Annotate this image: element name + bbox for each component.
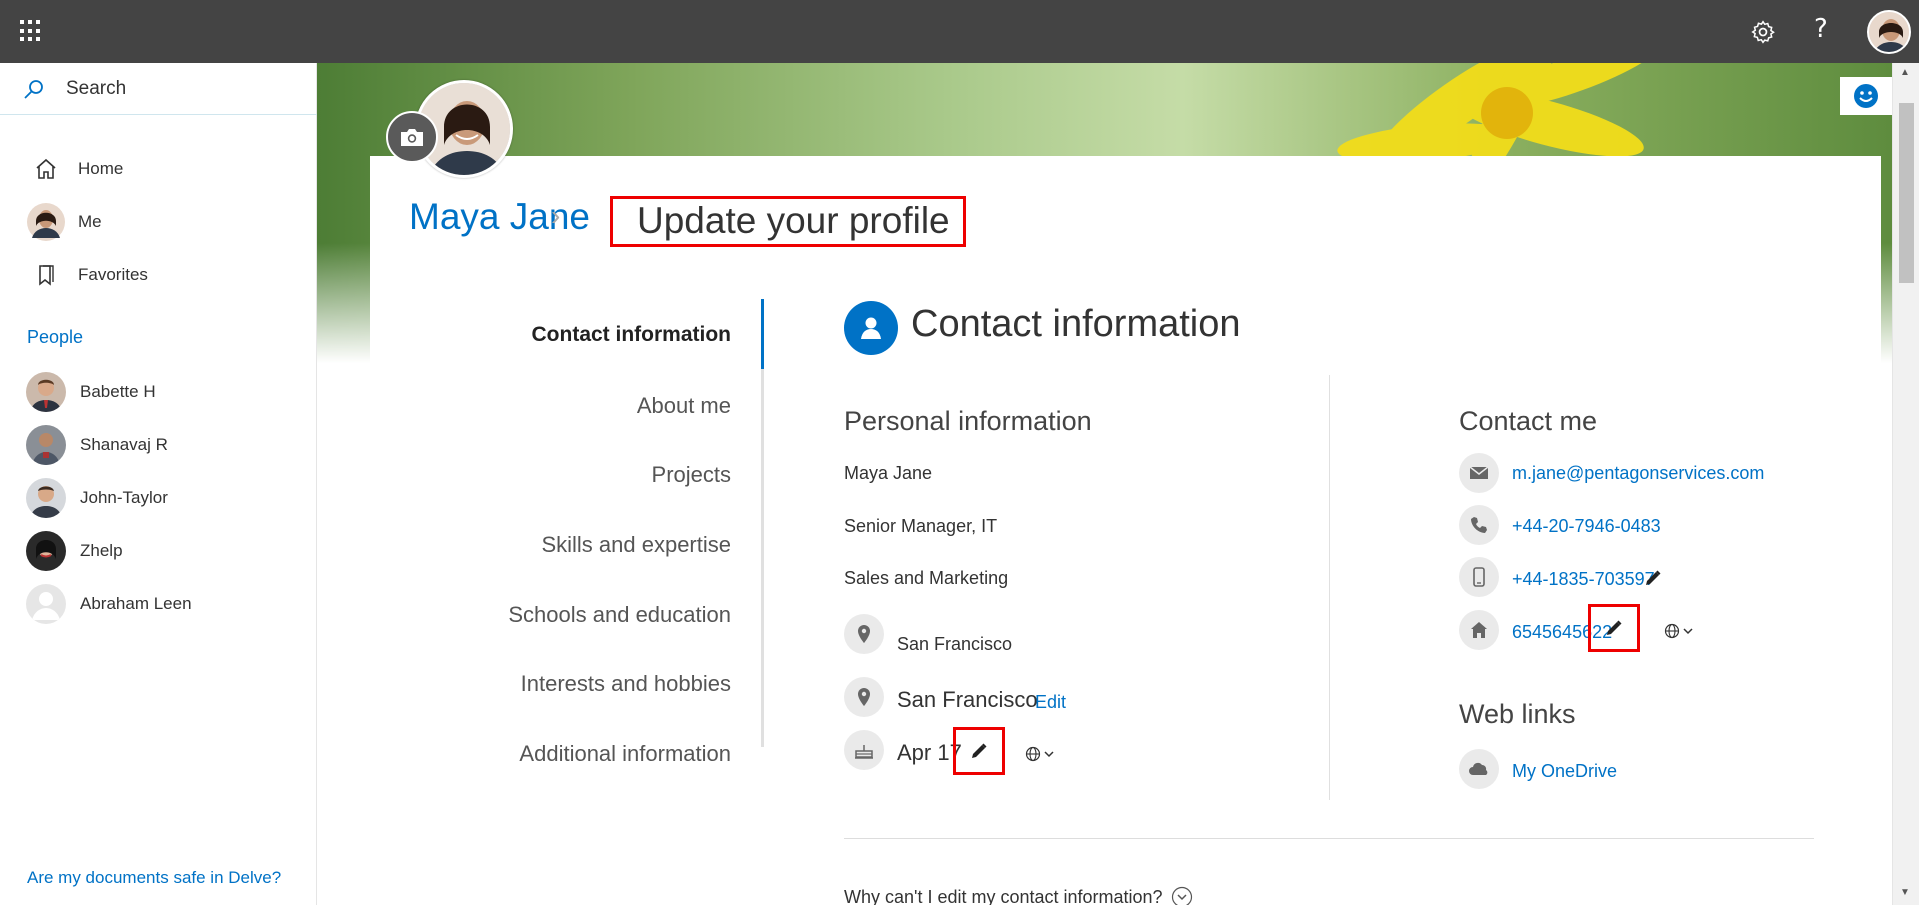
- personal-info-heading: Personal information: [844, 406, 1092, 436]
- tab-additional-information[interactable]: Additional information: [519, 741, 731, 767]
- person-avatar: [26, 531, 66, 571]
- scroll-down-arrow-icon[interactable]: ▼: [1900, 887, 1910, 898]
- top-bar: ?: [0, 0, 1919, 63]
- display-name: Maya Jane: [844, 463, 933, 483]
- nav-me[interactable]: Me: [26, 202, 102, 242]
- pencil-icon: [972, 743, 987, 758]
- contact-me-heading: Contact me: [1459, 406, 1598, 436]
- user-avatar[interactable]: [1867, 10, 1911, 54]
- main-content: Maya Jane › Update your profile Contact …: [317, 63, 1892, 905]
- nav-favorites[interactable]: Favorites: [26, 255, 148, 295]
- person-name: John-Taylor: [80, 488, 168, 507]
- globe-icon: [1664, 623, 1680, 639]
- birthday-visibility-dropdown[interactable]: [1025, 746, 1054, 762]
- home-phone-visibility-dropdown[interactable]: [1664, 623, 1693, 639]
- smiley-icon: [1854, 84, 1878, 108]
- mobile-phone-link[interactable]: +44-1835-703597: [1512, 569, 1655, 590]
- column-divider: [1329, 375, 1330, 800]
- person-item[interactable]: Shanavaj R: [26, 425, 168, 465]
- department: Sales and Marketing: [844, 568, 1009, 588]
- breadcrumb-profile-name[interactable]: Maya Jane: [409, 196, 590, 238]
- home-phone-icon: [1459, 610, 1499, 650]
- globe-icon: [1025, 746, 1041, 762]
- onedrive-link[interactable]: My OneDrive: [1512, 761, 1617, 782]
- person-name: Zhelp: [80, 541, 123, 560]
- tab-skills-and-expertise[interactable]: Skills and expertise: [541, 532, 731, 558]
- camera-icon: [401, 129, 423, 146]
- home-icon: [26, 149, 66, 189]
- page-scrollbar[interactable]: ▲ ▼: [1892, 63, 1919, 905]
- search-box: [0, 63, 317, 115]
- breadcrumb-separator: ›: [551, 200, 561, 231]
- section-tabs: Contact information About me Projects Sk…: [464, 299, 764, 766]
- person-avatar: [26, 425, 66, 465]
- search-icon: [24, 80, 43, 99]
- active-tab-indicator: [761, 299, 764, 369]
- chevron-down-icon: [1683, 628, 1693, 635]
- person-icon: [861, 317, 881, 339]
- nav-me-label: Me: [78, 212, 102, 231]
- me-avatar: [26, 202, 66, 242]
- person-name: Babette H: [80, 382, 156, 401]
- chevron-down-icon: [1044, 751, 1054, 758]
- why-cant-edit-label: Why can't I edit my contact information?: [844, 886, 1163, 905]
- scrollbar-thumb[interactable]: [1899, 103, 1914, 283]
- person-avatar: [26, 372, 66, 412]
- person-name: Abraham Leen: [80, 594, 192, 613]
- person-item[interactable]: John-Taylor: [26, 478, 168, 518]
- nav-home[interactable]: Home: [26, 149, 123, 189]
- person-name: Shanavaj R: [80, 435, 168, 454]
- pencil-icon: [1607, 620, 1622, 635]
- home-location-icon: [844, 677, 884, 717]
- left-navigation: Home Me Favorites People Babette H Shana…: [0, 63, 317, 905]
- edit-birthday-button[interactable]: [953, 727, 1005, 775]
- nav-favorites-label: Favorites: [78, 265, 148, 284]
- edit-mobile-phone-button[interactable]: [1639, 564, 1667, 592]
- search-input[interactable]: [66, 75, 296, 103]
- section-title: Contact information: [911, 303, 1241, 345]
- cloud-icon: [1459, 749, 1499, 789]
- section-divider: [844, 838, 1814, 839]
- scroll-up-arrow-icon[interactable]: ▲: [1900, 67, 1910, 78]
- documents-safe-link[interactable]: Are my documents safe in Delve?: [27, 868, 281, 888]
- contact-section-icon: [844, 301, 898, 355]
- home-location: San Francisco: [897, 687, 1038, 712]
- mobile-phone-icon: [1459, 557, 1499, 597]
- settings-gear-icon[interactable]: [1750, 19, 1776, 45]
- change-photo-button[interactable]: [386, 111, 438, 163]
- office-location: San Francisco: [897, 634, 1013, 654]
- tab-contact-information[interactable]: Contact information: [532, 323, 732, 347]
- person-item[interactable]: Babette H: [26, 372, 156, 412]
- email-icon: [1459, 453, 1499, 493]
- profile-card: Maya Jane › Update your profile Contact …: [370, 80, 1881, 905]
- edit-home-phone-button[interactable]: [1588, 604, 1640, 652]
- person-item[interactable]: Zhelp: [26, 531, 123, 571]
- expand-chevron-icon: [1171, 886, 1192, 905]
- birthday-cake-icon: [844, 730, 884, 770]
- nav-home-label: Home: [78, 159, 124, 178]
- person-avatar: [26, 478, 66, 518]
- phone-icon: [1459, 505, 1499, 545]
- job-title: Senior Manager, IT: [844, 516, 998, 536]
- page-title: Update your profile: [610, 196, 966, 247]
- person-item[interactable]: Abraham Leen: [26, 584, 192, 624]
- bookmark-icon: [26, 255, 66, 295]
- tab-projects[interactable]: Projects: [652, 462, 731, 488]
- app-launcher-icon[interactable]: [20, 20, 42, 42]
- tab-schools-and-education[interactable]: Schools and education: [508, 602, 731, 628]
- help-icon[interactable]: ?: [1814, 14, 1828, 44]
- edit-home-location-link[interactable]: Edit: [1035, 692, 1066, 713]
- tab-about-me[interactable]: About me: [637, 393, 731, 419]
- people-heading: People: [27, 327, 84, 347]
- tab-interests-and-hobbies[interactable]: Interests and hobbies: [521, 671, 731, 697]
- web-links-heading: Web links: [1459, 699, 1576, 729]
- feedback-button[interactable]: [1840, 77, 1892, 115]
- person-avatar: [26, 584, 66, 624]
- why-cant-edit-link[interactable]: Why can't I edit my contact information?: [844, 886, 1193, 905]
- work-phone-link[interactable]: +44-20-7946-0483: [1512, 516, 1661, 537]
- email-link[interactable]: m.jane@pentagonservices.com: [1512, 463, 1764, 484]
- office-location-icon: [844, 614, 884, 654]
- pencil-icon: [1646, 570, 1661, 585]
